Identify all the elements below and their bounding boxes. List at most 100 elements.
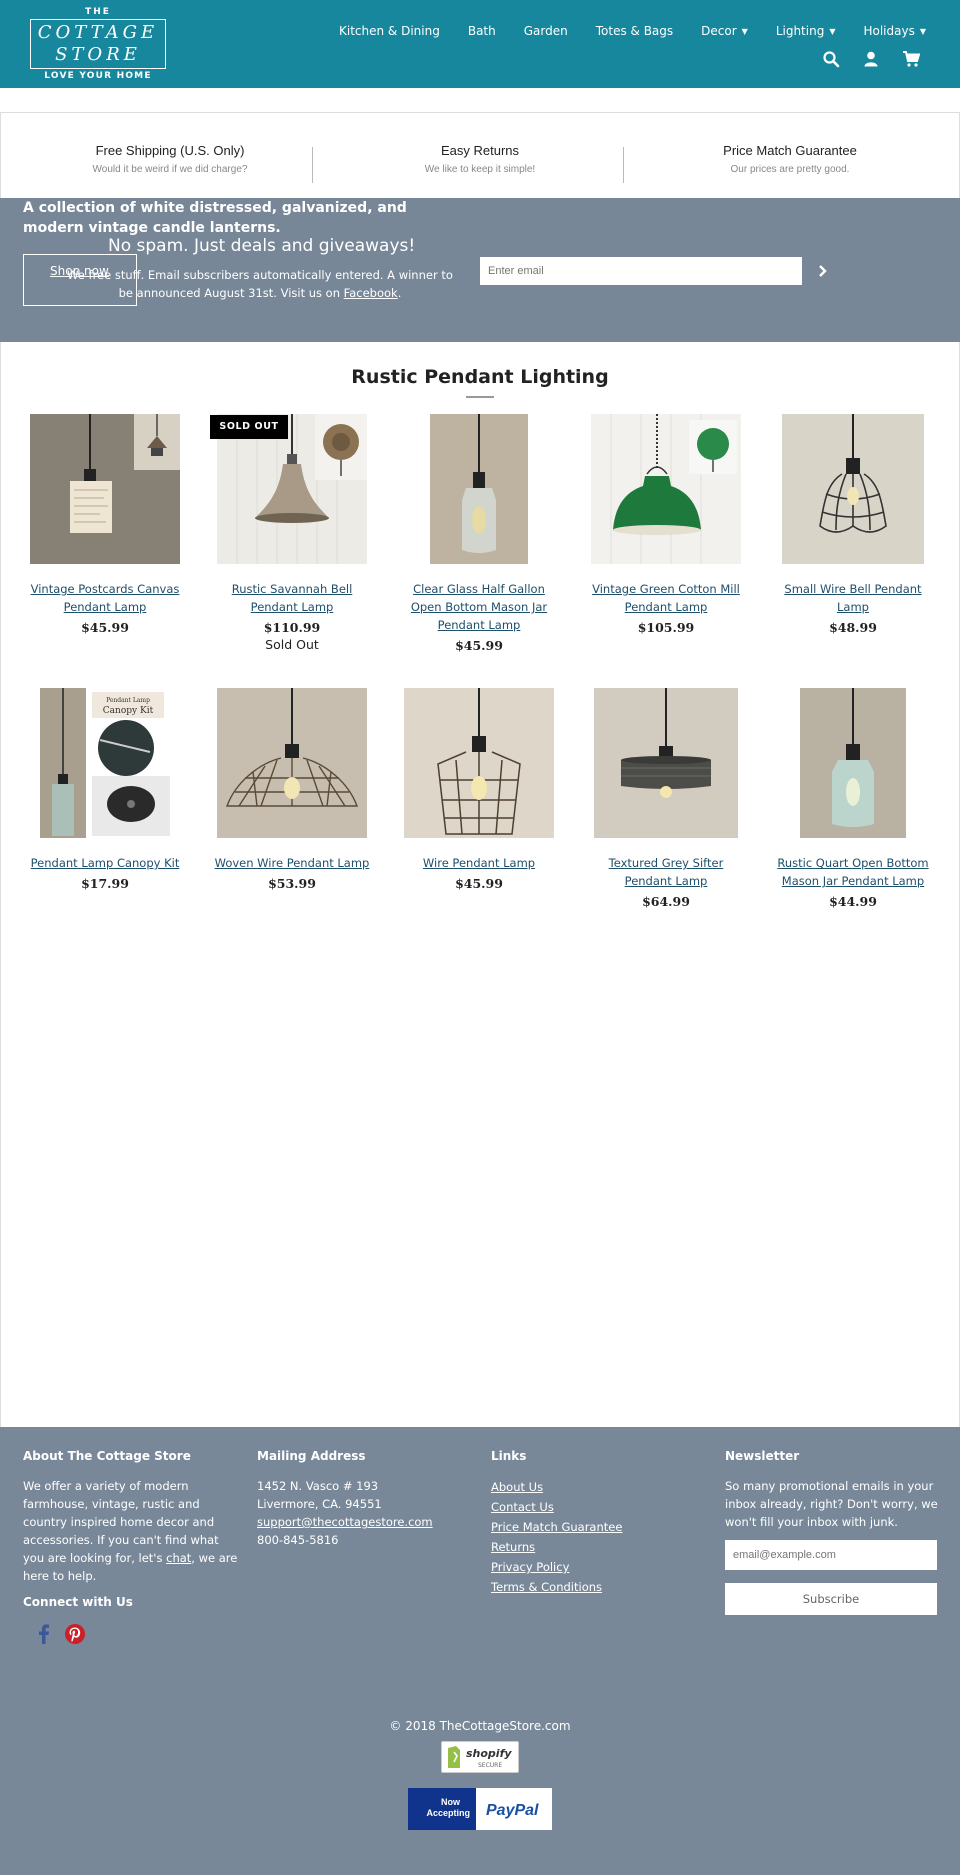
nav-bath[interactable]: Bath [454, 24, 510, 38]
product-price: $64.99 [642, 894, 690, 909]
footer-link-privacy[interactable]: Privacy Policy [491, 1557, 701, 1577]
kit-label-text: Pendant Lamp [106, 697, 150, 704]
product-card: Rustic Quart Open Bottom Mason Jar Penda… [768, 688, 938, 909]
usp-easy-returns: Easy Returns We like to keep it simple! [340, 142, 620, 194]
nav-decor[interactable]: Decor ▼ [687, 24, 762, 38]
facebook-link[interactable]: Facebook [344, 286, 398, 300]
caret-down-icon: ▼ [829, 27, 836, 36]
support-email-link[interactable]: support@thecottagestore.com [257, 1515, 433, 1529]
site-footer: About The Cottage Store We offer a varie… [0, 1427, 960, 1875]
product-image[interactable] [404, 688, 554, 838]
nav-label: Bath [467, 24, 496, 38]
footer-newsletter-title: Newsletter [725, 1449, 800, 1463]
shopify-secure-text: SECURE [478, 1762, 502, 1769]
footer-link-about-us[interactable]: About Us [491, 1477, 701, 1497]
nav-label: Holidays [863, 24, 915, 38]
paypal-accepting-text: Accepting [426, 1808, 470, 1818]
usp-free-shipping: Free Shipping (U.S. Only) Would it be we… [30, 142, 310, 194]
product-name-link[interactable]: Textured Grey Sifter Pendant Lamp [581, 854, 751, 890]
product-name-link[interactable]: Rustic Savannah Bell Pendant Lamp [207, 580, 377, 616]
product-price: $45.99 [455, 876, 503, 891]
product-image[interactable]: Pendant Lamp Canopy Kit [30, 688, 180, 838]
footer-about: About The Cottage Store We offer a varie… [23, 1449, 238, 1585]
caret-down-icon: ▼ [741, 27, 748, 36]
usp-title: Price Match Guarantee [723, 143, 857, 158]
product-price: $45.99 [455, 638, 503, 653]
usp-subtitle: Our prices are pretty good. [730, 164, 850, 175]
product-card: Vintage Postcards Canvas Pendant Lamp $4… [20, 414, 190, 635]
nav-garden[interactable]: Garden [510, 24, 582, 38]
paypal-wordmark: PayPal [486, 1802, 539, 1819]
product-name-link[interactable]: Vintage Postcards Canvas Pendant Lamp [20, 580, 190, 616]
product-image[interactable] [217, 688, 367, 838]
product-card: Woven Wire Pendant Lamp $53.99 [207, 688, 377, 891]
nav-kitchen-dining[interactable]: Kitchen & Dining [325, 24, 454, 38]
product-name-link[interactable]: Pendant Lamp Canopy Kit [20, 854, 190, 872]
chevron-right-icon[interactable] [812, 260, 834, 282]
newsletter-title: No spam. Just deals and giveaways! [108, 236, 416, 256]
nav-label: Decor [701, 24, 737, 38]
footer-about-title: About The Cottage Store [23, 1449, 191, 1463]
product-card: Pendant Lamp Canopy Kit Pendant Lamp Can… [20, 688, 190, 891]
product-image[interactable] [404, 414, 554, 564]
product-image[interactable] [778, 688, 928, 838]
product-name-link[interactable]: Vintage Green Cotton Mill Pendant Lamp [581, 580, 751, 616]
product-image[interactable] [591, 414, 741, 564]
newsletter-email-input[interactable] [480, 257, 802, 285]
cart-icon[interactable] [902, 50, 921, 68]
product-card: Wire Pendant Lamp $45.99 [394, 688, 564, 891]
product-card: Vintage Green Cotton Mill Pendant Lamp $… [581, 414, 751, 635]
caret-down-icon: ▼ [919, 27, 926, 36]
collection-title: Rustic Pendant Lighting [351, 366, 609, 388]
footer-link-contact-us[interactable]: Contact Us [491, 1497, 701, 1517]
footer-newsletter-text: So many promotional emails in your inbox… [725, 1479, 938, 1529]
footer-links-title: Links [491, 1449, 527, 1463]
footer-link-returns[interactable]: Returns [491, 1537, 701, 1557]
logo-word-store: STORE [55, 44, 141, 65]
newsletter-text: We free stuff. Email subscribers automat… [60, 266, 460, 302]
user-icon[interactable] [862, 50, 880, 68]
footer-email-input[interactable] [725, 1540, 937, 1570]
footer-newsletter: Newsletter So many promotional emails in… [725, 1449, 940, 1531]
product-name-link[interactable]: Woven Wire Pendant Lamp [207, 854, 377, 872]
nav-holidays[interactable]: Holidays ▼ [849, 24, 940, 38]
product-price: $44.99 [829, 894, 877, 909]
product-price: $110.99 [263, 620, 321, 635]
copyright: © 2018 TheCottageStore.com [389, 1719, 571, 1733]
shopify-secure-badge: shopify SECURE [441, 1741, 519, 1773]
sold-out-text: Sold Out [265, 637, 319, 652]
phone-number: 800-845-5816 [257, 1533, 339, 1547]
chat-link[interactable]: chat [166, 1551, 191, 1565]
logo-the: THE [85, 7, 111, 17]
product-name-link[interactable]: Small Wire Bell Pendant Lamp [768, 580, 938, 616]
usp-subtitle: Would it be weird if we did charge? [92, 164, 248, 175]
connect-title: Connect with Us [23, 1595, 133, 1609]
nav-lighting[interactable]: Lighting ▼ [762, 24, 850, 38]
footer-link-terms[interactable]: Terms & Conditions [491, 1577, 701, 1597]
subscribe-button[interactable]: Subscribe [725, 1583, 937, 1615]
header-icons [822, 50, 921, 68]
product-card: Small Wire Bell Pendant Lamp $48.99 [768, 414, 938, 635]
pinterest-icon[interactable] [64, 1623, 86, 1645]
paypal-now-text: Now [441, 1797, 461, 1807]
usp-subtitle: We like to keep it simple! [424, 164, 536, 175]
search-icon[interactable] [822, 50, 840, 68]
logo-word-cottage: COTTAGE [37, 22, 159, 43]
footer-mailing: Mailing Address 1452 N. Vasco # 193 Live… [257, 1449, 467, 1549]
nav-label: Kitchen & Dining [339, 24, 440, 38]
product-name-link[interactable]: Clear Glass Half Gallon Open Bottom Maso… [394, 580, 564, 634]
product-name-link[interactable]: Rustic Quart Open Bottom Mason Jar Penda… [768, 854, 938, 890]
product-card: Clear Glass Half Gallon Open Bottom Maso… [394, 414, 564, 653]
product-image[interactable] [778, 414, 928, 564]
store-logo[interactable]: THE COTTAGE STORE LOVE YOUR HOME [30, 6, 166, 84]
footer-link-price-match[interactable]: Price Match Guarantee [491, 1517, 701, 1537]
product-name-link[interactable]: Wire Pendant Lamp [394, 854, 564, 872]
product-image[interactable] [30, 414, 180, 564]
kit-label-text: Canopy Kit [103, 706, 154, 716]
nav-totes-bags[interactable]: Totes & Bags [582, 24, 687, 38]
facebook-icon[interactable] [33, 1623, 55, 1645]
product-image[interactable] [591, 688, 741, 838]
product-price: $53.99 [268, 876, 316, 891]
nav-label: Garden [523, 24, 568, 38]
newsletter-period: . [397, 286, 402, 300]
